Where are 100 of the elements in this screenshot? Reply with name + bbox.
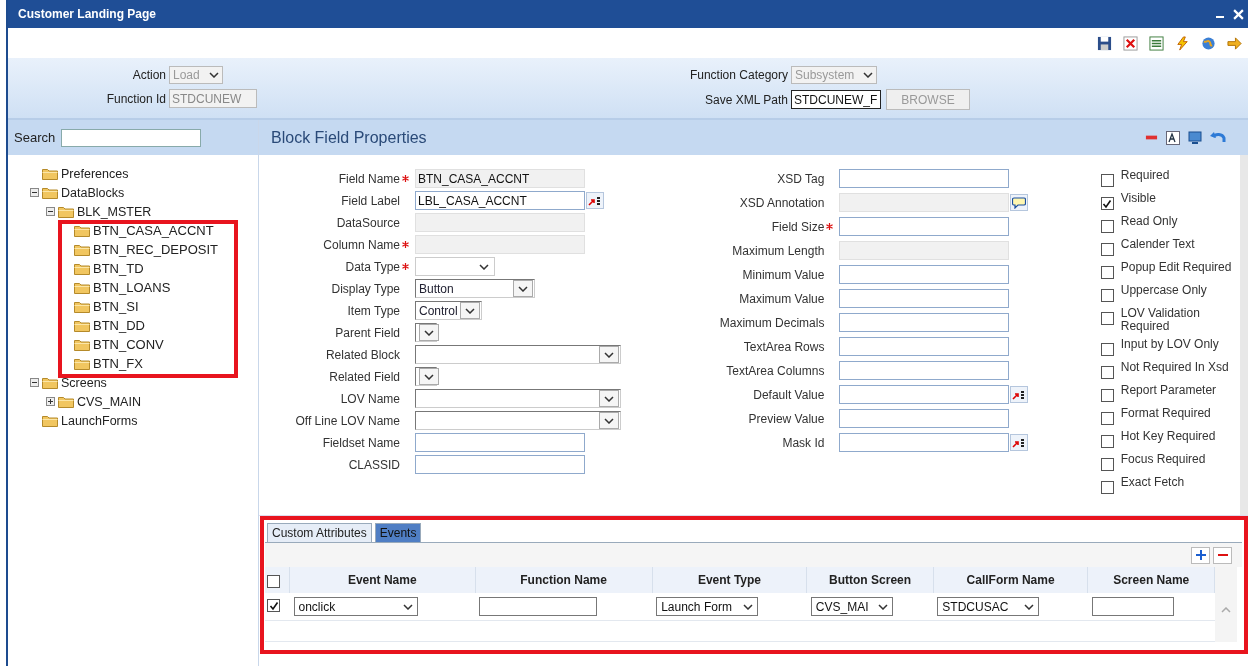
tab[interactable]: Custom Attributes — [267, 523, 372, 542]
field-label: Column Name — [323, 237, 400, 252]
dropdown[interactable] — [415, 323, 437, 342]
text-field[interactable] — [479, 597, 598, 616]
text-field[interactable] — [839, 433, 1010, 452]
save-icon[interactable] — [1097, 35, 1112, 51]
text-field[interactable] — [415, 433, 585, 452]
search-field[interactable] — [61, 128, 202, 147]
text-field[interactable] — [839, 217, 1010, 236]
globe-icon[interactable] — [1201, 35, 1216, 51]
text-field[interactable] — [839, 385, 1010, 404]
checkbox[interactable] — [1100, 412, 1114, 425]
remove-button[interactable] — [1213, 546, 1232, 564]
dropdown[interactable] — [415, 367, 437, 386]
checkbox[interactable] — [1100, 366, 1114, 379]
font-icon[interactable] — [1166, 130, 1180, 145]
checkbox[interactable] — [1100, 435, 1114, 448]
column-header: Screen Name — [1087, 567, 1215, 593]
monitor-icon[interactable] — [1188, 130, 1202, 145]
checkbox[interactable] — [1100, 458, 1114, 471]
readonly-field[interactable] — [839, 193, 1010, 212]
speech-bubble-icon — [1012, 196, 1027, 209]
scrollbar[interactable] — [1240, 155, 1248, 515]
chevron-icon — [424, 329, 434, 336]
collapse-icon[interactable] — [30, 188, 39, 197]
add-button[interactable] — [1191, 546, 1210, 564]
field-label: DataSource — [336, 215, 400, 230]
tree-item[interactable]: BTN_CASA_ACCNT — [93, 223, 214, 238]
text-field[interactable] — [839, 409, 1010, 428]
folder-icon — [58, 205, 74, 218]
checkbox[interactable] — [1100, 220, 1114, 233]
tree-item[interactable]: BTN_DD — [93, 318, 145, 333]
checkbox[interactable] — [1100, 289, 1114, 302]
dropdown[interactable]: Button — [415, 279, 535, 298]
dropdown[interactable] — [415, 411, 621, 430]
checkbox[interactable] — [1100, 197, 1114, 210]
collapse-icon[interactable] — [46, 207, 55, 216]
checkbox[interactable] — [1100, 343, 1114, 356]
checkbox-label: Required — [1120, 169, 1170, 182]
checkbox[interactable] — [1100, 389, 1114, 402]
tree-item[interactable]: BLK_MSTER — [77, 204, 152, 219]
dropdown[interactable]: STDCUSAC — [937, 597, 1040, 616]
checkbox[interactable] — [1100, 312, 1114, 325]
collapse-icon[interactable] — [30, 378, 39, 387]
expand-icon[interactable] — [46, 397, 55, 406]
dropdown[interactable]: onclick — [293, 597, 418, 616]
checkbox[interactable] — [267, 574, 280, 588]
text-field[interactable] — [839, 265, 1010, 284]
tree-item[interactable]: BTN_SI — [93, 299, 139, 314]
checkbox[interactable] — [1100, 266, 1114, 279]
tree-item[interactable]: BTN_CONV — [93, 337, 164, 352]
text-field[interactable] — [839, 313, 1010, 332]
checkbox-label: Popup Edit Required — [1120, 261, 1232, 274]
field-label: XSD Annotation — [739, 195, 825, 210]
lookup-button[interactable] — [586, 192, 604, 209]
annotation-button[interactable] — [1010, 194, 1029, 211]
folder-icon — [74, 224, 90, 237]
tree-item[interactable]: BTN_TD — [93, 261, 144, 276]
dropdown[interactable]: CVS_MAI — [810, 597, 893, 616]
tree-item[interactable]: Screens — [61, 375, 107, 390]
text-field[interactable] — [839, 361, 1010, 380]
scrollbar[interactable] — [1215, 567, 1237, 642]
field-label: Maximum Decimals — [719, 315, 825, 330]
field-label: Minimum Value — [742, 267, 825, 282]
text-field[interactable] — [839, 289, 1010, 308]
tree-item[interactable]: DataBlocks — [61, 185, 125, 200]
dropdown[interactable]: Control — [415, 301, 482, 320]
lookup-button[interactable] — [1010, 434, 1029, 451]
tree-item[interactable]: CVS_MAIN — [77, 394, 141, 409]
tree-item[interactable]: BTN_FX — [93, 356, 143, 371]
tree-item[interactable]: Preferences — [61, 166, 129, 181]
readonly-field[interactable] — [415, 235, 585, 254]
close-icon[interactable] — [1123, 35, 1138, 51]
dropdown[interactable]: Launch Form — [656, 597, 759, 616]
arrow-icon[interactable] — [1227, 35, 1242, 51]
checkbox-label: Format Required — [1120, 407, 1211, 420]
dropdown[interactable] — [415, 389, 621, 408]
tree-item[interactable]: BTN_LOANS — [93, 280, 171, 295]
lookup-button[interactable] — [1010, 386, 1029, 403]
checkbox[interactable] — [1100, 174, 1114, 187]
text-field[interactable] — [839, 337, 1010, 356]
text-field[interactable] — [415, 455, 585, 474]
readonly-field[interactable] — [415, 213, 585, 232]
tree-item[interactable]: LaunchForms — [61, 413, 138, 428]
undo-icon[interactable] — [1210, 130, 1226, 145]
checkbox[interactable] — [1100, 481, 1114, 494]
checkbox-label: Visible — [1120, 192, 1156, 205]
lightning-icon[interactable] — [1175, 35, 1190, 51]
readonly-field[interactable] — [839, 241, 1010, 260]
text-field[interactable]: STDCUNEW_F — [791, 90, 881, 109]
tab[interactable]: Events — [374, 523, 422, 542]
checkbox[interactable] — [267, 599, 280, 613]
text-field[interactable]: LBL_CASA_ACCNT — [415, 191, 585, 210]
dropdown[interactable] — [415, 345, 621, 364]
tree-item[interactable]: BTN_REC_DEPOSIT — [93, 242, 218, 257]
list-icon[interactable] — [1149, 35, 1164, 51]
text-field[interactable] — [839, 169, 1010, 188]
text-field[interactable] — [1091, 597, 1174, 616]
checkbox[interactable] — [1100, 243, 1114, 256]
readonly-field[interactable]: BTN_CASA_ACCNT — [415, 169, 585, 188]
